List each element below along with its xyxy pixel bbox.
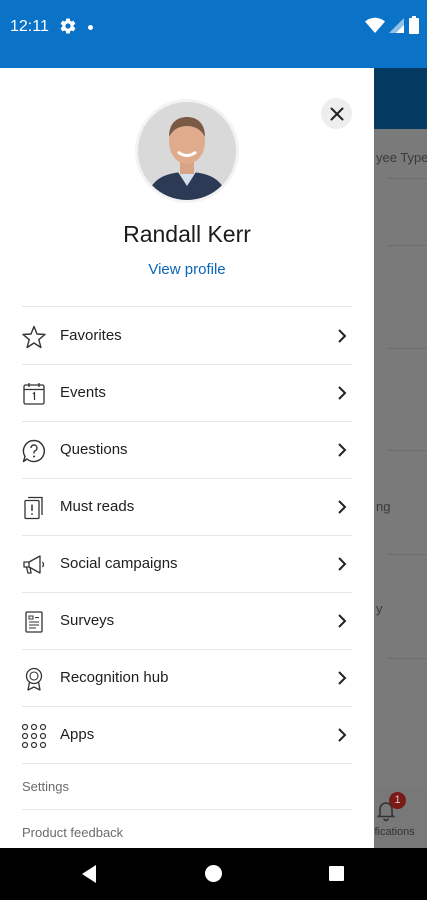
menu-item-events[interactable]: Events [0, 365, 374, 422]
menu-item-label: Favorites [60, 327, 122, 344]
chevron-right-icon [338, 728, 347, 742]
divider [22, 809, 352, 810]
divider [22, 763, 352, 764]
background-divider [388, 245, 427, 246]
calendar-icon [23, 383, 45, 405]
menu-item-label: Events [60, 384, 106, 401]
chevron-right-icon [338, 329, 347, 343]
menu-item-apps[interactable]: Apps [0, 707, 374, 764]
menu-item-favorites[interactable]: Favorites [0, 308, 374, 365]
profile-photo [138, 102, 236, 200]
background-divider [388, 450, 427, 451]
battery-icon [409, 16, 419, 34]
product-feedback-link[interactable]: Product feedback [22, 825, 123, 840]
menu-item-questions[interactable]: Questions [0, 422, 374, 479]
menu-item-label: Social campaigns [60, 555, 178, 572]
navigation-drawer: Randall Kerr View profile Favorites Even… [0, 68, 374, 848]
notifications-badge: 1 [389, 792, 406, 809]
avatar[interactable] [135, 99, 239, 203]
profile-name: Randall Kerr [123, 221, 251, 247]
question-icon [22, 439, 45, 463]
settings-gear-icon [60, 18, 76, 34]
menu-item-label: Apps [60, 726, 95, 743]
home-icon[interactable] [205, 865, 222, 882]
settings-link[interactable]: Settings [22, 779, 69, 794]
notification-dot-icon [88, 25, 93, 30]
menu-item-label: Must reads [60, 498, 135, 515]
system-navigation-bar [0, 848, 427, 900]
drawer-menu: Favorites Events Questions Must reads So… [0, 308, 374, 764]
background-divider [388, 554, 427, 555]
chevron-right-icon [338, 557, 347, 571]
background-column-header: yee Type [376, 150, 427, 165]
menu-item-must-reads[interactable]: Must reads [0, 479, 374, 536]
award-icon [25, 667, 43, 691]
survey-icon [25, 611, 43, 633]
chevron-right-icon [338, 671, 347, 685]
menu-item-social-campaigns[interactable]: Social campaigns [0, 536, 374, 593]
close-button[interactable] [321, 98, 352, 129]
divider [22, 306, 352, 307]
background-app-header [374, 68, 427, 129]
menu-item-label: Recognition hub [60, 669, 169, 686]
chevron-right-icon [338, 614, 347, 628]
chevron-right-icon [338, 386, 347, 400]
background-divider [388, 178, 427, 179]
menu-item-label: Questions [60, 441, 128, 458]
background-app-scrim[interactable]: yee Type ng y 1 ifications [374, 68, 427, 848]
view-profile-link[interactable]: View profile [0, 261, 374, 278]
status-indicators [365, 16, 419, 34]
notifications-tab-label: ifications [374, 826, 415, 838]
background-divider [388, 348, 427, 349]
chevron-right-icon [338, 500, 347, 514]
cell-signal-icon [389, 18, 404, 33]
menu-item-surveys[interactable]: Surveys [0, 593, 374, 650]
status-bar: 12:11 [0, 0, 427, 68]
megaphone-icon [23, 555, 45, 574]
menu-item-recognition-hub[interactable]: Recognition hub [0, 650, 374, 707]
chevron-right-icon [338, 443, 347, 457]
menu-item-label: Surveys [60, 612, 115, 629]
wifi-icon [365, 17, 385, 33]
back-icon[interactable] [80, 864, 98, 884]
background-row-text: ng [376, 499, 391, 514]
apps-grid-icon [21, 723, 47, 749]
must-read-icon [24, 496, 43, 520]
star-icon [22, 325, 46, 349]
close-icon [330, 107, 343, 120]
recents-icon[interactable] [329, 866, 344, 881]
background-divider [388, 658, 427, 659]
status-time: 12:11 [10, 18, 49, 35]
background-row-text: y [376, 601, 383, 616]
